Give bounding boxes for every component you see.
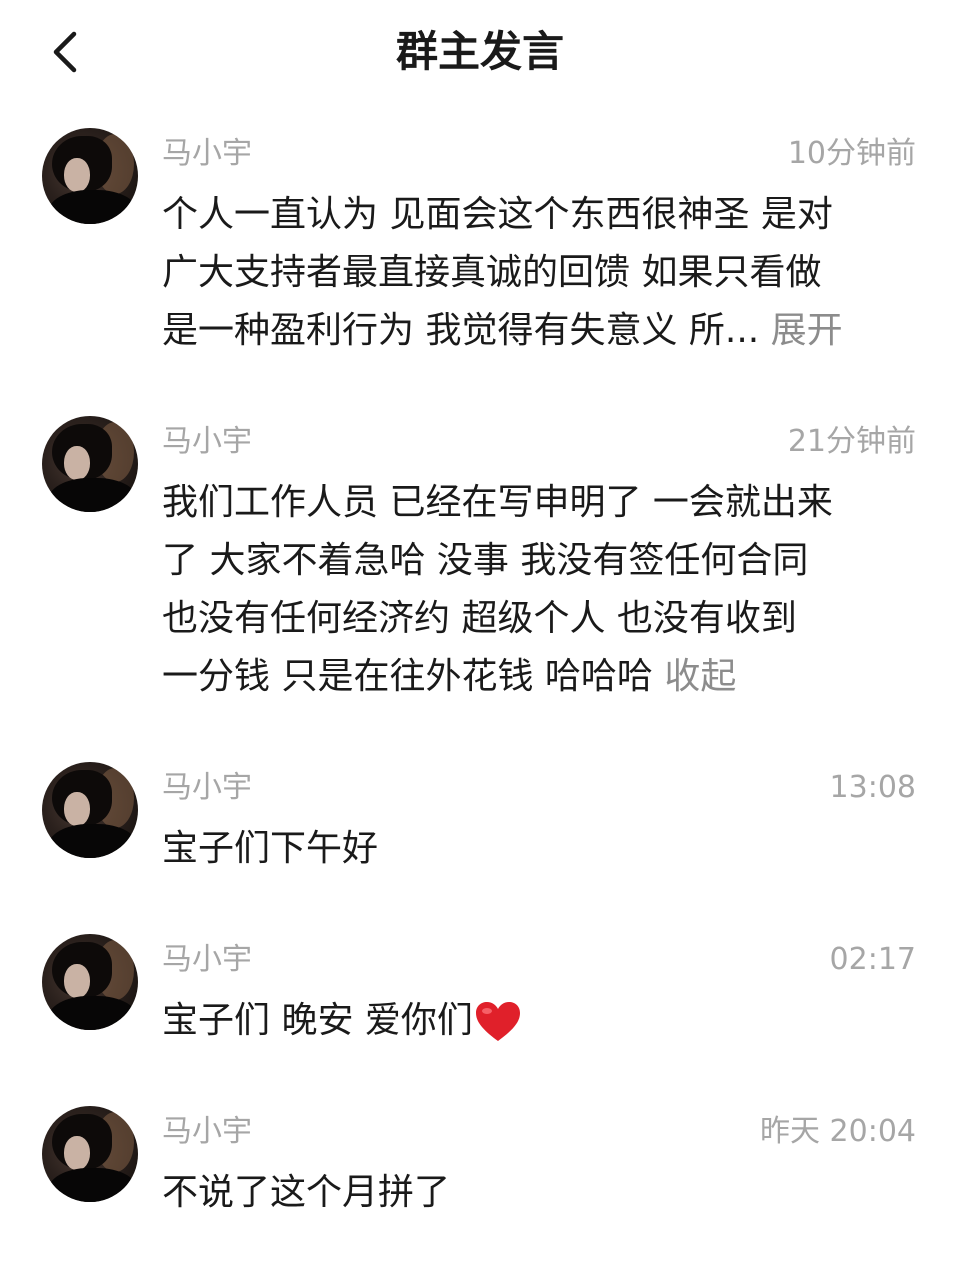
sender-name[interactable]: 马小宇 bbox=[162, 422, 252, 462]
collapse-link[interactable]: 收起 bbox=[664, 656, 736, 697]
message-line: 是一种盈利行为 我觉得有失意义 所... bbox=[162, 310, 760, 351]
sender-name[interactable]: 马小宇 bbox=[162, 940, 252, 980]
avatar[interactable] bbox=[42, 1106, 138, 1202]
avatar[interactable] bbox=[42, 762, 138, 858]
message-text: 宝子们 晚安 爱你们 bbox=[162, 992, 922, 1050]
expand-link[interactable]: 展开 bbox=[771, 310, 843, 351]
avatar[interactable] bbox=[42, 128, 138, 224]
message-text: 我们工作人员 已经在写申明了 一会就出来 了 大家不着急哈 没事 我没有签任何合… bbox=[162, 474, 922, 706]
message-line: 广大支持者最直接真诚的回馈 如果只看做 bbox=[162, 252, 822, 293]
message-line: 我们工作人员 已经在写申明了 一会就出来 bbox=[162, 482, 833, 523]
sender-name[interactable]: 马小宇 bbox=[162, 1112, 252, 1152]
message-line: 宝子们下午好 bbox=[162, 828, 379, 869]
message-time: 21分钟前 bbox=[787, 424, 916, 459]
message-item: 马小宇 13:08 宝子们下午好 bbox=[0, 762, 960, 882]
page-title: 群主发言 bbox=[395, 27, 564, 76]
message-line: 宝子们 晚安 爱你们 bbox=[162, 1000, 473, 1041]
message-item: 马小宇 02:17 宝子们 晚安 爱你们 bbox=[0, 934, 960, 1054]
message-line: 一分钱 只是在往外花钱 哈哈哈 bbox=[162, 656, 653, 697]
avatar[interactable] bbox=[42, 416, 138, 512]
message-item: 马小宇 21分钟前 我们工作人员 已经在写申明了 一会就出来 了 大家不着急哈 … bbox=[0, 416, 960, 716]
heart-icon bbox=[475, 1002, 520, 1041]
message-text: 个人一直认为 见面会这个东西很神圣 是对 广大支持者最直接真诚的回馈 如果只看做… bbox=[162, 186, 922, 360]
avatar[interactable] bbox=[42, 934, 138, 1030]
message-line: 个人一直认为 见面会这个东西很神圣 是对 bbox=[162, 194, 833, 235]
message-time: 昨天 20:04 bbox=[760, 1114, 916, 1149]
header-bar: 群主发言 bbox=[0, 0, 960, 104]
message-line: 不说了这个月拼了 bbox=[162, 1172, 451, 1213]
message-line: 也没有任何经济约 超级个人 也没有收到 bbox=[162, 598, 797, 639]
message-time: 13:08 bbox=[829, 770, 916, 805]
message-time: 02:17 bbox=[829, 942, 916, 977]
message-text: 不说了这个月拼了 bbox=[162, 1164, 922, 1222]
message-time: 10分钟前 bbox=[787, 136, 916, 171]
sender-name[interactable]: 马小宇 bbox=[162, 134, 252, 174]
message-item: 马小宇 昨天 20:04 不说了这个月拼了 bbox=[0, 1106, 960, 1226]
message-item: 马小宇 10分钟前 个人一直认为 见面会这个东西很神圣 是对 广大支持者最直接真… bbox=[0, 128, 960, 368]
message-text: 宝子们下午好 bbox=[162, 820, 922, 878]
sender-name[interactable]: 马小宇 bbox=[162, 768, 252, 808]
message-line: 了 大家不着急哈 没事 我没有签任何合同 bbox=[162, 540, 809, 581]
